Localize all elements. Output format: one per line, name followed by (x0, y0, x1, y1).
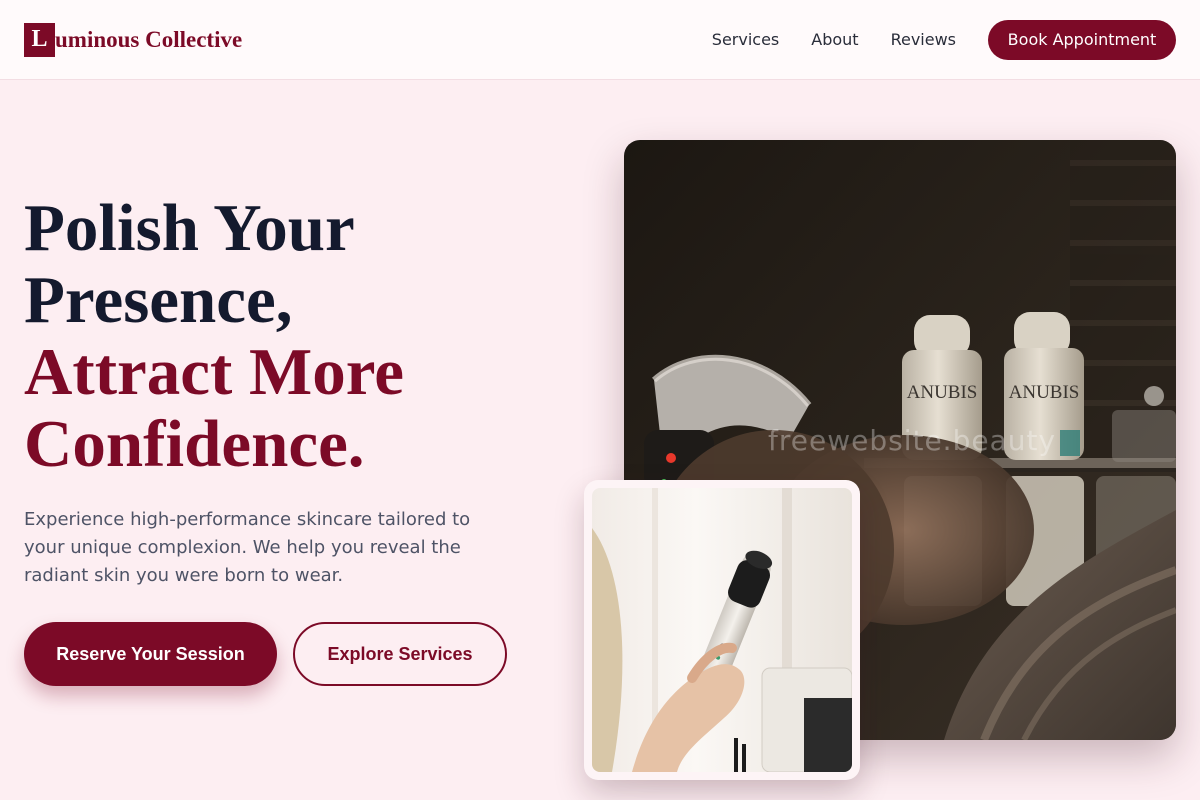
hero-title-line-4: Confidence. (24, 407, 365, 481)
nav-link-services[interactable]: Services (712, 30, 779, 49)
hero-subtitle: Experience high-performance skincare tai… (24, 509, 471, 586)
brand-name: uminous Collective (55, 26, 243, 52)
bottle-label-1: ANUBIS (907, 382, 978, 403)
hero-title: Polish Your Presence, Attract More Confi… (24, 192, 404, 480)
image-watermark: freewebsite.beauty (768, 424, 1057, 457)
hero-title-line-2: Presence, (24, 263, 293, 337)
hero-title-line-1: Polish Your (24, 191, 355, 265)
brand-logo[interactable]: L uminous Collective (24, 22, 243, 57)
site-header: L uminous Collective Services About Revi… (0, 0, 1200, 80)
nav-link-reviews[interactable]: Reviews (891, 30, 956, 49)
logo-mark: L (24, 22, 55, 57)
reserve-session-button[interactable]: Reserve Your Session (24, 622, 277, 686)
bottle-label-2: ANUBIS (1009, 382, 1080, 403)
hero-title-line-3: Attract More (24, 335, 405, 409)
nav-link-about[interactable]: About (811, 30, 858, 49)
main-nav: Services About Reviews Book Appointment (712, 19, 1176, 60)
hero-secondary-image (584, 480, 860, 780)
book-appointment-button[interactable]: Book Appointment (988, 19, 1176, 60)
explore-services-button[interactable]: Explore Services (293, 622, 507, 686)
